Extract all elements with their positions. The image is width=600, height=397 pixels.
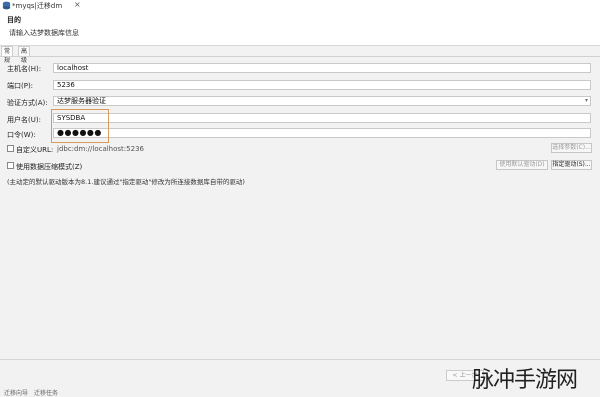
host-input[interactable]: localhost [53,63,591,73]
close-icon[interactable]: × [74,0,81,9]
wizard-header: 目的 请输入达梦数据库信息 [0,11,600,46]
driver-note: (主动定的默认驱动版本为8.1.建议通过"指定驱动"修改为所连接数据库自带的驱动… [7,178,245,186]
compress-checkbox[interactable] [7,162,14,169]
port-label: 端口(P): [7,82,34,90]
default-driver-button[interactable]: 使用默认驱动(D) [496,160,548,170]
auth-value: 达梦服务器验证 [57,97,106,105]
select-params-button[interactable]: 选择参数(C)... [551,143,592,153]
window-title: *myqs|迁移dm [12,2,63,10]
bottom-tab-task[interactable]: 迁移任务 [34,390,58,397]
custom-url-checkbox[interactable] [7,145,14,152]
url-value: jdbc:dm://localhost:5236 [57,145,144,153]
credentials-highlight-box [51,109,109,143]
watermark-text: 脉冲手游网 [472,368,578,393]
auth-label: 验证方式(A): [7,99,48,107]
host-label: 主机名(H): [7,65,42,73]
port-input[interactable]: 5236 [53,80,591,90]
specify-driver-button[interactable]: 指定驱动(S)... [551,160,592,170]
tab-advanced[interactable]: 高级 [18,46,31,64]
page-title: 目的 [7,16,21,24]
password-label: 口令(W): [7,131,36,139]
custom-url-label: 自定义URL: [16,146,54,154]
footer-divider [0,359,600,360]
auth-select[interactable]: 达梦服务器验证 ▾ [53,96,591,106]
tab-general[interactable]: 常规 [1,46,14,64]
page-subtitle: 请输入达梦数据库信息 [9,29,79,37]
password-input[interactable]: ●●●●●● [53,128,591,138]
chevron-down-icon: ▾ [584,97,588,104]
compress-label: 使用数据压缩模式(Z) [16,163,83,171]
bottom-tab-wizard[interactable]: 迁移向导 [4,390,28,397]
bottom-tab-bar: 迁移向导 迁移任务 [0,388,58,397]
database-icon [2,1,11,10]
user-label: 用户名(U): [7,116,41,124]
username-input[interactable]: SYSDBA [53,113,591,123]
